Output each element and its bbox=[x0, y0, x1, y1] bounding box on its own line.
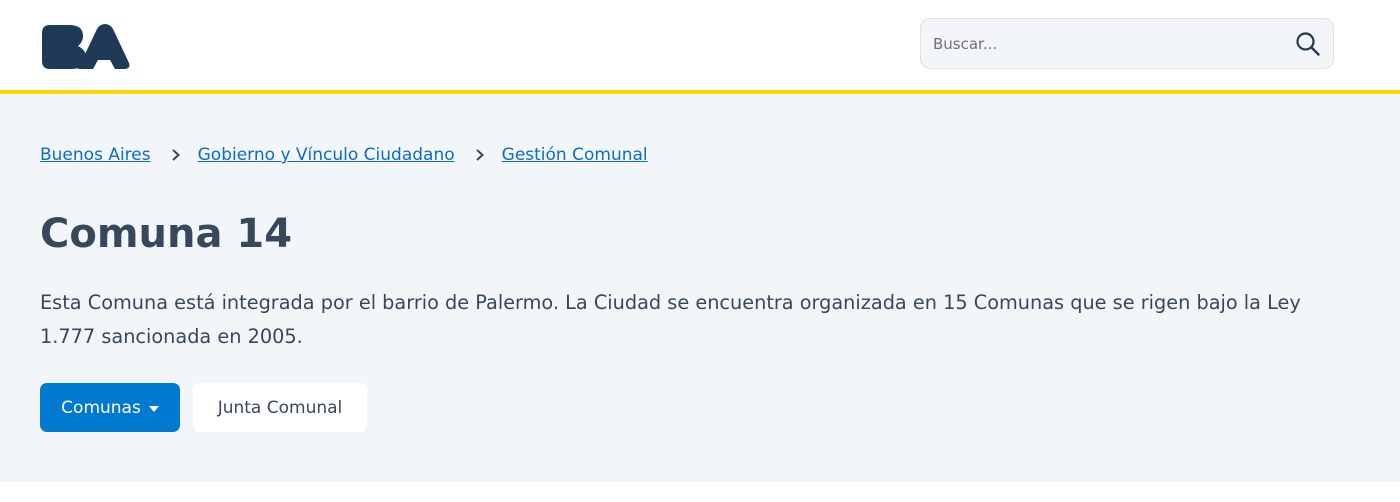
comunas-dropdown-button[interactable]: Comunas bbox=[40, 383, 180, 432]
breadcrumb-item-gestion-comunal[interactable]: Gestión Comunal bbox=[502, 145, 648, 165]
ba-logo-icon[interactable] bbox=[40, 24, 130, 70]
chevron-right-icon bbox=[475, 149, 484, 161]
search-input[interactable] bbox=[922, 20, 1273, 67]
page-description: Esta Comuna está integrada por el barrio… bbox=[40, 291, 1301, 348]
main-content: Buenos Aires Gobierno y Vínculo Ciudadan… bbox=[0, 94, 1400, 482]
site-header bbox=[0, 0, 1400, 94]
search-icon[interactable] bbox=[1295, 31, 1321, 57]
page-title: Comuna 14 bbox=[40, 211, 293, 257]
breadcrumb-item-buenos-aires[interactable]: Buenos Aires bbox=[40, 145, 151, 165]
breadcrumb-item-gobierno[interactable]: Gobierno y Vínculo Ciudadano bbox=[198, 145, 455, 165]
breadcrumb: Buenos Aires Gobierno y Vínculo Ciudadan… bbox=[40, 142, 648, 168]
junta-comunal-button[interactable]: Junta Comunal bbox=[193, 383, 367, 432]
comunas-button-label: Comunas bbox=[61, 397, 141, 418]
caret-down-icon bbox=[148, 405, 159, 412]
chevron-right-icon bbox=[171, 149, 180, 161]
search-box bbox=[920, 18, 1334, 69]
